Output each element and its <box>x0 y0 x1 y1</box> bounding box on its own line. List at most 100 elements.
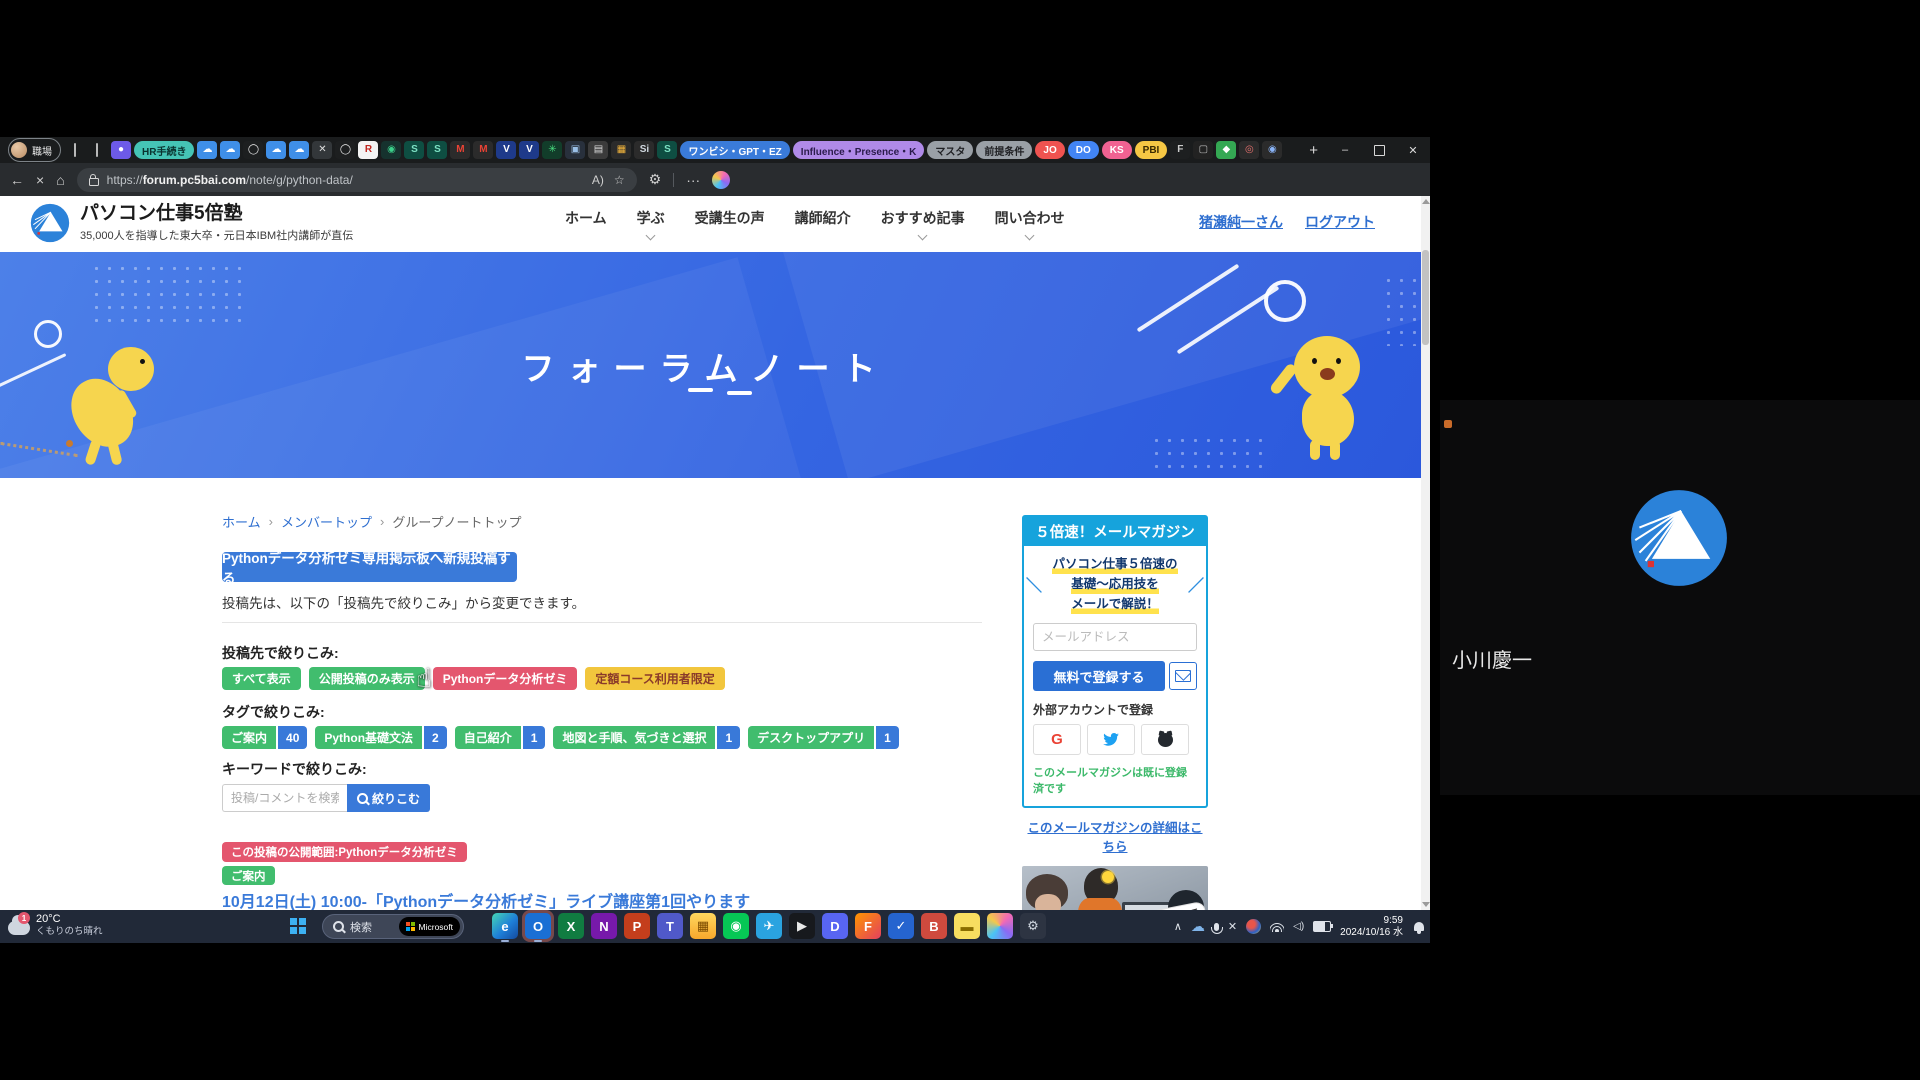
start-button[interactable] <box>290 918 306 934</box>
browser-tab[interactable]: Influence・Presence・K <box>793 141 925 159</box>
settings-menu-icon[interactable]: ··· <box>686 172 700 188</box>
nav-item[interactable]: 学ぶ <box>637 208 665 239</box>
taskbar-app-icon[interactable]: ▬ <box>954 913 980 939</box>
clock[interactable]: 9:59 2024/10/16 水 <box>1340 915 1403 939</box>
minimize-button[interactable]: – <box>1328 137 1362 163</box>
browser-tab[interactable]: 前提条件 <box>976 141 1032 159</box>
taskbar-app-icon[interactable]: e <box>492 913 518 939</box>
filter-pill[interactable]: 公開投稿のみ表示 <box>309 667 425 690</box>
post-category-badge[interactable]: ご案内 <box>222 866 275 885</box>
browser-tab[interactable]: ▣ <box>565 141 585 159</box>
nav-item[interactable]: 問い合わせ <box>995 208 1065 239</box>
browser-tab[interactable]: PBI <box>1135 141 1168 159</box>
taskbar-app-icon[interactable]: ◉ <box>723 913 749 939</box>
taskbar-app-icon[interactable]: ✈ <box>756 913 782 939</box>
browser-tab[interactable]: ● <box>111 141 131 159</box>
wifi-icon[interactable] <box>1270 922 1284 932</box>
browser-tab[interactable]: ▦ <box>611 141 631 159</box>
tag-pill[interactable]: ご案内40 <box>222 726 307 749</box>
new-post-button[interactable]: Pythonデータ分析ゼミ専用掲示板へ新規投稿する <box>222 552 517 582</box>
browser-tab[interactable]: ◆ <box>1216 141 1236 159</box>
tag-pill[interactable]: 自己紹介1 <box>455 726 546 749</box>
browser-tab[interactable]: M <box>473 141 493 159</box>
taskbar-app-icon[interactable]: O <box>525 913 551 939</box>
page-scrollbar[interactable] <box>1421 196 1430 910</box>
email-field[interactable] <box>1033 623 1197 651</box>
taskbar-app-icon[interactable]: F <box>855 913 881 939</box>
copilot-icon[interactable] <box>712 171 730 189</box>
browser-tab[interactable]: ✳ <box>542 141 562 159</box>
browser-tab[interactable]: ワンビシ・GPT・EZ <box>680 141 789 159</box>
browser-tab[interactable]: ◎ <box>1239 141 1259 159</box>
home-button[interactable]: ⌂ <box>56 172 64 188</box>
scroll-down-arrow[interactable] <box>1422 902 1430 907</box>
taskbar-app-icon[interactable]: D <box>822 913 848 939</box>
taskbar-app-icon[interactable]: X <box>558 913 584 939</box>
browser-tab[interactable]: ☁ <box>289 141 309 159</box>
search-filter-button[interactable]: 絞りこむ <box>347 784 430 812</box>
browser-tab[interactable]: DO <box>1068 141 1099 159</box>
restore-button[interactable] <box>1362 137 1396 163</box>
browser-tab[interactable]: S <box>404 141 424 159</box>
nav-item[interactable]: 受講生の声 <box>695 208 765 239</box>
browser-tab[interactable]: S <box>427 141 447 159</box>
battery-icon[interactable] <box>1313 921 1331 932</box>
tray-app-icon[interactable] <box>1246 919 1261 934</box>
vertical-tabs-icon[interactable] <box>89 144 105 156</box>
browser-tab[interactable]: V <box>496 141 516 159</box>
browser-tab[interactable]: HR手続き <box>134 141 194 159</box>
taskbar-app-icon[interactable]: ▶ <box>789 913 815 939</box>
browser-tab[interactable]: ☁ <box>220 141 240 159</box>
browser-tab[interactable]: マスタ <box>927 141 973 159</box>
taskbar-search[interactable]: 検索 Microsoft <box>322 914 464 939</box>
tray-close-icon[interactable]: ✕ <box>1228 920 1237 933</box>
browser-tab[interactable]: M <box>450 141 470 159</box>
tab-stacks-icon[interactable] <box>67 144 83 156</box>
close-button[interactable]: ✕ <box>1396 137 1430 163</box>
new-tab-button[interactable]: + <box>1309 142 1318 159</box>
tag-pill[interactable]: Python基礎文法2 <box>315 726 446 749</box>
taskbar-app-icon[interactable]: N <box>591 913 617 939</box>
taskbar-app-icon[interactable]: T <box>657 913 683 939</box>
read-aloud-icon[interactable]: A) <box>592 173 604 187</box>
filter-pill[interactable]: すべて表示 <box>222 667 301 690</box>
back-button[interactable]: ← <box>10 172 24 188</box>
notifications-bell-icon[interactable] <box>1414 922 1424 931</box>
browser-essentials-icon[interactable]: ⚙ <box>649 171 662 188</box>
browser-tab[interactable]: V <box>519 141 539 159</box>
logout-link[interactable]: ログアウト <box>1305 212 1375 232</box>
speaker-icon[interactable]: ◁) <box>1293 921 1304 932</box>
browser-tab[interactable]: ◯ <box>335 141 355 159</box>
taskbar-app-icon[interactable] <box>987 913 1013 939</box>
breadcrumb-home-link[interactable]: ホーム <box>222 512 261 531</box>
twitter-login-button[interactable] <box>1087 724 1135 755</box>
browser-tab[interactable]: JO <box>1035 141 1064 159</box>
breadcrumb-member-link[interactable]: メンバートップ <box>281 512 372 531</box>
nav-item[interactable]: おすすめ記事 <box>881 208 965 239</box>
nav-item[interactable]: ホーム <box>565 208 607 239</box>
google-login-button[interactable]: G <box>1033 724 1081 755</box>
tag-pill[interactable]: デスクトップアプリ1 <box>748 726 899 749</box>
browser-tab[interactable]: ◉ <box>1262 141 1282 159</box>
browser-tab[interactable]: ▤ <box>588 141 608 159</box>
favorite-star-icon[interactable]: ☆ <box>614 173 625 187</box>
address-bar[interactable]: https://forum.pc5bai.com/note/g/python-d… <box>77 168 637 192</box>
browser-tab[interactable]: KS <box>1102 141 1132 159</box>
onedrive-icon[interactable]: ☁ <box>1191 918 1205 935</box>
filter-pill[interactable]: 定額コース利用者限定 <box>585 667 724 690</box>
site-brand[interactable]: パソコン仕事5倍塾 35,000人を指導した東大卒・元日本IBM社内講師が直伝 <box>30 203 353 243</box>
taskbar-app-icon[interactable]: P <box>624 913 650 939</box>
browser-profile-button[interactable]: 職場 <box>8 138 61 162</box>
taskbar-app-icon[interactable]: ▦ <box>690 913 716 939</box>
browser-tab[interactable]: S <box>657 141 677 159</box>
stop-button[interactable]: × <box>36 172 44 188</box>
scrollbar-thumb[interactable] <box>1422 250 1429 345</box>
microphone-icon[interactable] <box>1214 923 1219 931</box>
browser-tab[interactable]: ◯ <box>243 141 263 159</box>
browser-tab[interactable]: ◉ <box>381 141 401 159</box>
scroll-up-arrow[interactable] <box>1422 199 1430 204</box>
taskbar-app-icon[interactable]: ⚙ <box>1020 913 1046 939</box>
browser-tab[interactable]: R <box>358 141 378 159</box>
browser-tab[interactable]: ☁ <box>197 141 217 159</box>
register-free-button[interactable]: 無料で登録する <box>1033 661 1165 691</box>
